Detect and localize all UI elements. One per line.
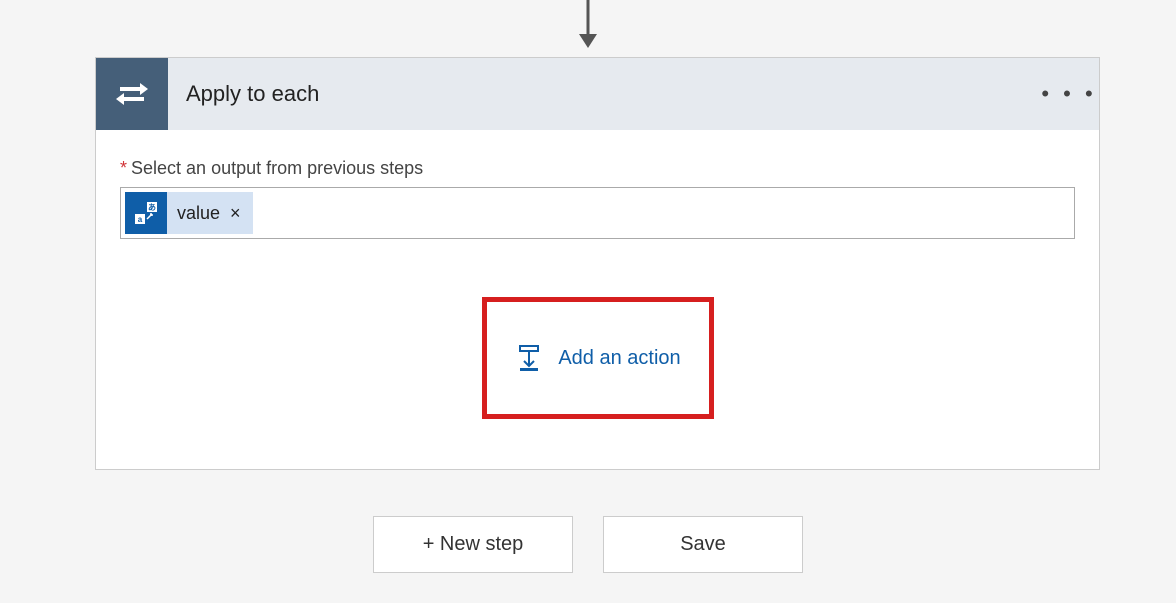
flow-connector-arrow [573, 0, 603, 50]
required-asterisk: * [120, 158, 127, 178]
more-menu-button[interactable]: • • • [1039, 81, 1099, 107]
arrow-line [587, 0, 590, 38]
field-label-text: Select an output from previous steps [131, 158, 423, 178]
footer-button-row: + New step Save [0, 516, 1176, 573]
svg-text:a: a [138, 215, 143, 224]
token-chip-value[interactable]: a あ value × [125, 192, 253, 234]
add-action-button[interactable]: Add an action [514, 343, 680, 373]
token-chip-label: value [177, 203, 220, 224]
card-title: Apply to each [168, 81, 1039, 107]
remove-token-button[interactable]: × [230, 203, 241, 224]
apply-to-each-card: Apply to each • • • *Select an output fr… [95, 57, 1100, 470]
add-action-highlight-box: Add an action [482, 297, 714, 419]
card-header[interactable]: Apply to each • • • [96, 58, 1099, 130]
svg-text:あ: あ [148, 203, 156, 212]
add-action-label: Add an action [558, 347, 680, 370]
new-step-button[interactable]: + New step [373, 516, 573, 573]
translate-icon: a あ [125, 192, 167, 234]
arrow-head-icon [579, 34, 597, 48]
field-label: *Select an output from previous steps [120, 158, 1075, 179]
output-selector-input[interactable]: a あ value × [120, 187, 1075, 239]
loop-icon [96, 58, 168, 130]
insert-step-icon [514, 343, 544, 373]
save-button[interactable]: Save [603, 516, 803, 573]
card-body: *Select an output from previous steps a … [96, 130, 1099, 469]
